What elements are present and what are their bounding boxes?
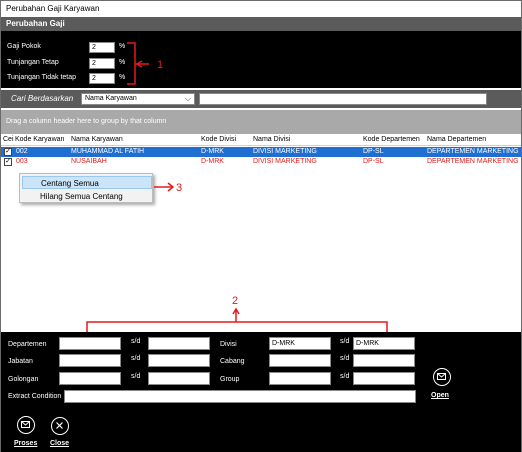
cabang-sd-label: s/d	[340, 355, 350, 362]
context-menu: Centang Semua Hilang Semua Centang	[19, 173, 153, 203]
column-header-nama-karyawan[interactable]: Nama Karyawan	[71, 136, 123, 143]
cabang-label: Cabang	[220, 358, 245, 365]
departemen-from-input[interactable]	[59, 337, 121, 350]
cell-kode-karyawan: 002	[16, 148, 28, 155]
jabatan-label: Jabatan	[8, 358, 33, 365]
annotation-label-2: 2	[232, 295, 239, 307]
group-to-input[interactable]	[353, 372, 415, 385]
cell-kode-departemen: DP-SL	[363, 158, 384, 165]
cell-kode-divisi: D-MRK	[201, 158, 224, 165]
departemen-sd-label: s/d	[131, 338, 141, 345]
title-bar: Perubahan Gaji Karyawan	[1, 1, 521, 17]
divisi-label: Divisi	[220, 341, 237, 348]
divisi-from-input[interactable]: D-MRK	[269, 337, 331, 350]
filter-panel: Departemen s/d Jabatan s/d Golongan s/d …	[1, 332, 521, 452]
column-header-nama-departemen[interactable]: Nama Departemen	[427, 136, 486, 143]
open-button-icon[interactable]	[433, 368, 451, 386]
search-by-label: Cari Berdasarkan	[11, 94, 74, 103]
row-checkbox[interactable]: ✓	[4, 158, 12, 166]
tunjangan-tidak-tetap-label: Tunjangan Tidak tetap	[7, 74, 77, 81]
divisi-sd-label: s/d	[340, 338, 350, 345]
envelope-icon	[437, 373, 446, 380]
cell-kode-departemen: DP-SL	[363, 148, 384, 155]
extract-condition-input[interactable]	[64, 390, 416, 403]
employee-grid: Cei Kode Karyawan Nama Karyawan Kode Div…	[1, 134, 521, 332]
tunjangan-tetap-label: Tunjangan Tetap	[7, 59, 59, 66]
departemen-to-input[interactable]	[148, 337, 210, 350]
extract-condition-label: Extract Condition	[8, 393, 62, 400]
envelope-icon	[21, 421, 30, 428]
annotation-bracket-2	[86, 307, 388, 332]
tunjangan-tidak-tetap-row: Tunjangan Tidak tetap 2 %	[7, 73, 137, 84]
tunjangan-tidak-tetap-input[interactable]: 2	[89, 73, 115, 84]
search-field-value: Nama Karyawan	[85, 95, 137, 102]
close-icon	[56, 422, 63, 429]
window-title: Perubahan Gaji Karyawan	[6, 4, 100, 13]
row-checkbox[interactable]: ✓	[4, 148, 12, 156]
departemen-label: Departemen	[8, 341, 47, 348]
divisi-to-input[interactable]: D-MRK	[353, 337, 415, 350]
cabang-to-input[interactable]	[353, 354, 415, 367]
annotation-label-3: 3	[176, 182, 183, 194]
open-button[interactable]: Open	[431, 392, 449, 399]
cell-kode-divisi: D-MRK	[201, 148, 224, 155]
tunjangan-tetap-row: Tunjangan Tetap 2 %	[7, 58, 137, 69]
column-header-kode-departemen[interactable]: Kode Departemen	[363, 136, 420, 143]
gaji-pokok-input[interactable]: 2	[89, 42, 115, 53]
cell-nama-divisi: DIVISI MARKETING	[253, 148, 317, 155]
annotation-arrow-3	[154, 182, 175, 192]
annotation-label-1: 1	[157, 59, 164, 71]
golongan-label: Golongan	[8, 376, 39, 383]
panel-header: Perubahan Gaji	[1, 17, 521, 31]
golongan-to-input[interactable]	[148, 372, 210, 385]
cabang-from-input[interactable]	[269, 354, 331, 367]
golongan-sd-label: s/d	[131, 373, 141, 380]
search-field-select[interactable]: Nama Karyawan ⌵	[81, 93, 195, 105]
cell-kode-karyawan: 003	[16, 158, 28, 165]
column-header-nama-divisi[interactable]: Nama Divisi	[253, 136, 290, 143]
proses-button[interactable]: Proses	[14, 440, 37, 447]
group-label: Group	[220, 376, 240, 383]
cell-nama-karyawan: MUHAMMAD AL FATIH	[71, 148, 145, 155]
close-button[interactable]: Close	[50, 440, 69, 447]
golongan-from-input[interactable]	[59, 372, 121, 385]
table-row[interactable]: ✓ 002 MUHAMMAD AL FATIH D-MRK DIVISI MAR…	[1, 147, 521, 157]
search-input[interactable]	[199, 93, 487, 105]
menu-item-centang-semua[interactable]: Centang Semua	[22, 176, 152, 189]
group-by-area[interactable]: Drag a column header here to group by th…	[1, 110, 521, 134]
cell-nama-departemen: DEPARTEMEN MARKETING	[427, 158, 519, 165]
salary-change-panel: Perubahan Gaji Gaji Pokok 2 % Tunjangan …	[1, 17, 521, 88]
table-row[interactable]: ✓ 003 NUSAIBAH D-MRK DIVISI MARKETING DP…	[1, 157, 521, 167]
group-sd-label: s/d	[340, 373, 350, 380]
column-header-kode-karyawan[interactable]: Kode Karyawan	[15, 136, 64, 143]
cell-nama-departemen: DEPARTEMEN MARKETING	[427, 148, 519, 155]
group-by-hint: Drag a column header here to group by th…	[6, 118, 167, 125]
cell-nama-divisi: DIVISI MARKETING	[253, 158, 317, 165]
gaji-pokok-row: Gaji Pokok 2 %	[7, 42, 137, 53]
menu-item-hilang-semua-centang[interactable]: Hilang Semua Centang	[22, 190, 152, 203]
panel-title: Perubahan Gaji	[6, 19, 65, 28]
grid-header: Cei Kode Karyawan Nama Karyawan Kode Div…	[1, 134, 521, 146]
main-window: Perubahan Gaji Karyawan Perubahan Gaji G…	[0, 0, 522, 452]
cell-nama-karyawan: NUSAIBAH	[71, 158, 107, 165]
jabatan-sd-label: s/d	[131, 355, 141, 362]
group-from-input[interactable]	[269, 372, 331, 385]
gaji-pokok-label: Gaji Pokok	[7, 43, 41, 50]
jabatan-from-input[interactable]	[59, 354, 121, 367]
column-header-check[interactable]: Cei	[3, 136, 14, 143]
column-header-kode-divisi[interactable]: Kode Divisi	[201, 136, 236, 143]
search-bar: Cari Berdasarkan Nama Karyawan ⌵	[1, 90, 521, 108]
tunjangan-tetap-input[interactable]: 2	[89, 58, 115, 69]
chevron-down-icon: ⌵	[184, 94, 191, 103]
close-button-icon[interactable]	[51, 417, 69, 435]
jabatan-to-input[interactable]	[148, 354, 210, 367]
proses-button-icon[interactable]	[17, 416, 35, 434]
